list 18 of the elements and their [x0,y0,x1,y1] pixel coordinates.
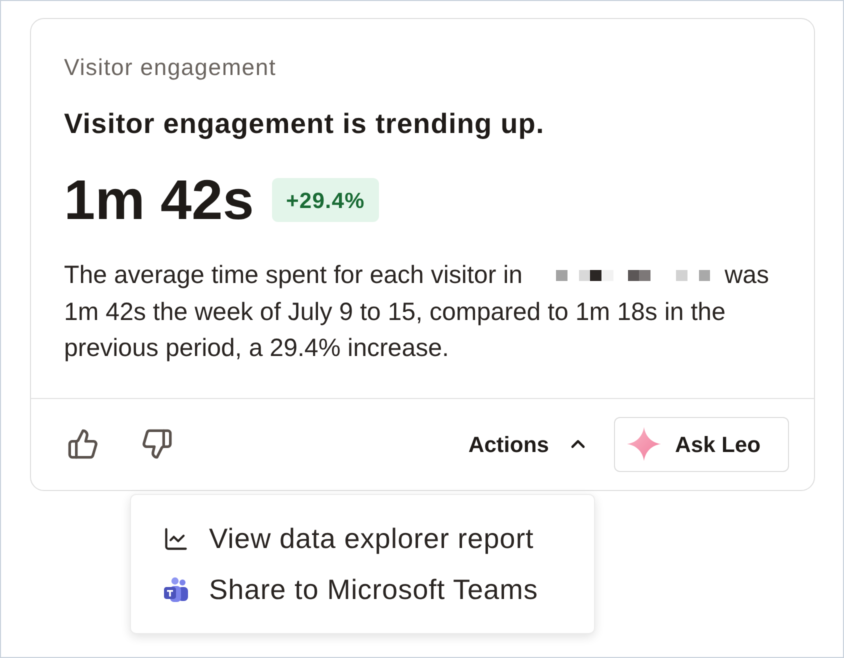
metric-value: 1m 42s [64,170,254,230]
sparkle-icon [627,427,661,461]
thumbs-down-button[interactable] [140,427,174,461]
summary-text: was [724,260,770,291]
thumbs-up-icon [67,428,99,460]
teams-logo-icon [163,576,189,602]
summary-text: The average time spent for each visitor in [64,260,523,291]
card-headline: Visitor engagement is trending up. [64,107,544,141]
menu-item[interactable]: Share to Microsoft Teams [131,564,594,615]
card-eyebrow: Visitor engagement [64,54,276,80]
change-badge: +29.4% [272,178,379,222]
thumbs-down-icon [141,428,173,460]
actions-button[interactable]: Actions [468,424,589,464]
menu-item[interactable]: View data explorer report [131,513,594,564]
thumbs-up-button[interactable] [66,427,100,461]
summary-text: 1m 42s the week of July 9 to 15, compared to 1m 18s in the previous period, a 29.4% increase. [64,296,726,364]
line-chart-icon [163,526,189,552]
ask-leo-button[interactable]: Ask Leo [614,416,789,472]
